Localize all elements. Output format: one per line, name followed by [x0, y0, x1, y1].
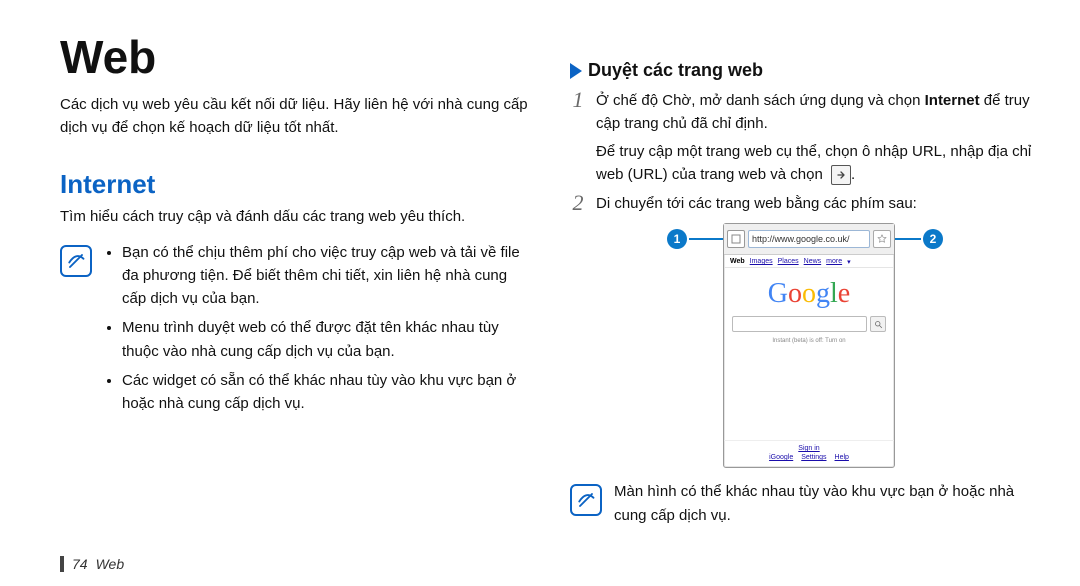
google-nav-item[interactable]: Places	[778, 258, 799, 266]
google-instant-text: Instant (beta) is off: Turn on	[724, 336, 894, 350]
step-body: Di chuyển tới các trang web bằng các phí…	[596, 192, 1040, 215]
note-bullet: Bạn có thể chịu thêm phí cho việc truy c…	[122, 241, 530, 311]
step-text: Để truy cập một trang web cụ thể, chọn ô…	[596, 143, 1031, 183]
callout-1: 1	[667, 229, 723, 249]
section-header: Duyệt các trang web	[570, 60, 1040, 81]
note-text: Màn hình có thể khác nhau tùy vào khu vự…	[614, 480, 1040, 527]
callout-2: 2	[895, 229, 943, 249]
page-title: Web	[60, 30, 530, 84]
step-number: 2	[570, 192, 586, 214]
step-number: 1	[570, 89, 586, 111]
step-text: .	[851, 166, 855, 183]
right-column: Duyệt các trang web 1 Ở chế độ Chờ, mở d…	[570, 30, 1040, 527]
internet-heading: Internet	[60, 169, 530, 200]
google-footer-link[interactable]: Settings	[801, 454, 826, 461]
note-bullet: Menu trình duyệt web có thể được đặt tên…	[122, 316, 530, 363]
footer-bar-icon	[60, 556, 64, 572]
google-nav-more-icon[interactable]: ▾	[847, 258, 851, 266]
callout-number: 2	[923, 229, 943, 249]
step-text: Ở chế độ Chờ, mở danh sách ứng dụng và c…	[596, 92, 925, 109]
browser-url-bar: http://www.google.co.uk/	[724, 224, 894, 255]
left-column: Web Các dịch vụ web yêu cầu kết nối dữ l…	[60, 30, 530, 527]
internet-sub-intro: Tìm hiểu cách truy cập và đánh dấu các t…	[60, 206, 530, 229]
chevron-right-icon	[570, 63, 582, 79]
page-section-name: Web	[96, 556, 125, 572]
callout-line	[689, 238, 723, 240]
note-block: Bạn có thể chịu thêm phí cho việc truy c…	[60, 241, 530, 422]
google-footer-link[interactable]: Help	[835, 454, 849, 461]
note-icon	[60, 245, 92, 277]
google-footer: Sign in iGoogle Settings Help	[724, 440, 894, 467]
section-title: Duyệt các trang web	[588, 60, 763, 81]
go-arrow-icon	[831, 165, 851, 185]
note-bullet-list: Bạn có thể chịu thêm phí cho việc truy c…	[104, 241, 530, 422]
google-logo: Google	[724, 268, 894, 316]
google-nav-item[interactable]: more	[826, 258, 842, 266]
step-item: 1 Ở chế độ Chờ, mở danh sách ứng dụng và…	[570, 89, 1040, 186]
note-block: Màn hình có thể khác nhau tùy vào khu vự…	[570, 480, 1040, 527]
callout-number: 1	[667, 229, 687, 249]
note-icon	[570, 484, 602, 516]
step-body: Ở chế độ Chờ, mở danh sách ứng dụng và c…	[596, 89, 1040, 186]
page-icon[interactable]	[727, 230, 745, 248]
google-nav-item[interactable]: News	[804, 258, 822, 266]
step-text: Di chuyển tới các trang web bằng các phí…	[596, 195, 917, 212]
page-footer: 74 Web	[60, 556, 124, 572]
steps-list: 1 Ở chế độ Chờ, mở danh sách ứng dụng và…	[570, 89, 1040, 215]
google-nav-item[interactable]: Web	[730, 258, 745, 266]
bookmark-button[interactable]	[873, 230, 891, 248]
page-number: 74	[72, 556, 88, 572]
google-footer-link[interactable]: iGoogle	[769, 454, 793, 461]
page-intro: Các dịch vụ web yêu cầu kết nối dữ liệu.…	[60, 94, 530, 139]
google-nav: Web Images Places News more ▾	[724, 255, 894, 268]
google-search-button[interactable]	[870, 316, 886, 332]
callout-line	[895, 238, 921, 240]
url-field[interactable]: http://www.google.co.uk/	[748, 230, 870, 248]
google-nav-item[interactable]: Images	[750, 258, 773, 266]
note-bullet: Các widget có sẵn có thể khác nhau tùy v…	[122, 369, 530, 416]
step-item: 2 Di chuyển tới các trang web bằng các p…	[570, 192, 1040, 215]
google-search-row	[724, 316, 894, 336]
phone-frame: http://www.google.co.uk/ Web Images Plac…	[723, 223, 895, 468]
google-search-input[interactable]	[732, 316, 867, 332]
step-bold: Internet	[925, 92, 980, 109]
phone-screenshot-wrap: 1 http://www.google.co.uk/ Web Images P	[570, 223, 1040, 468]
google-signin-link[interactable]: Sign in	[798, 445, 819, 452]
